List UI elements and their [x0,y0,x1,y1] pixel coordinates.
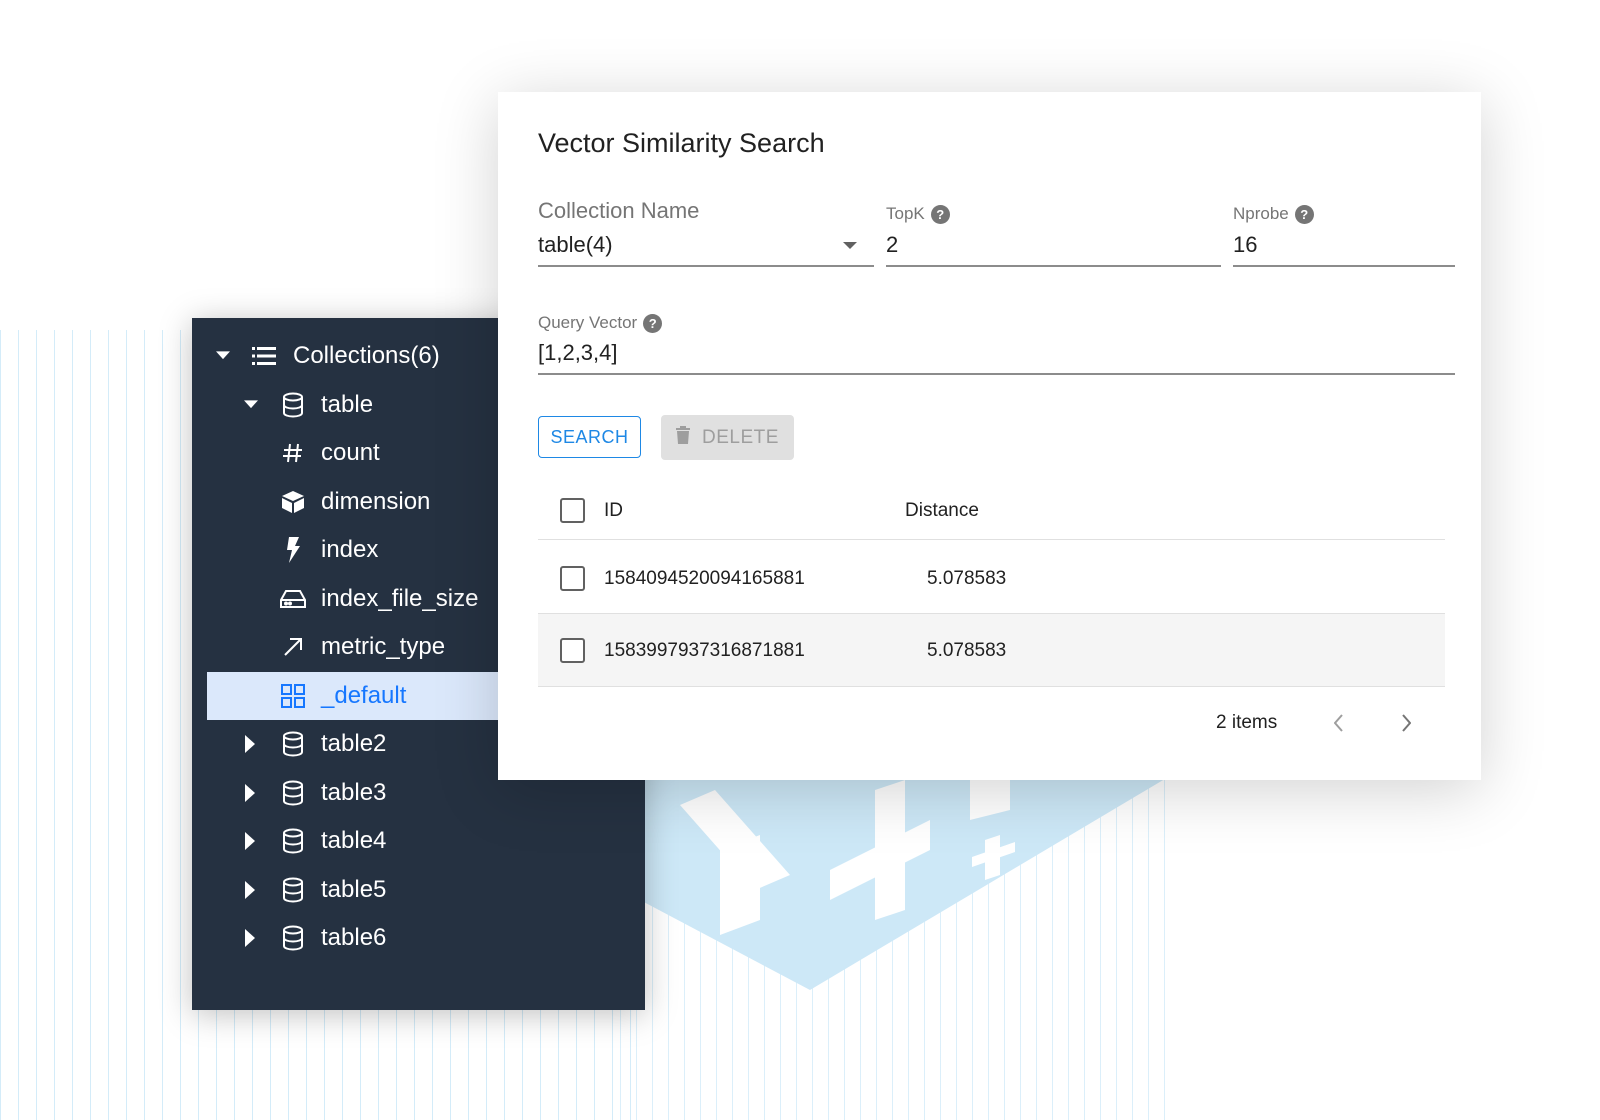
caret-down-icon[interactable] [216,349,230,363]
tree-item-label: table5 [321,875,387,903]
tree-item-label: index [321,536,379,564]
database-icon [279,779,307,807]
search-button[interactable]: SEARCH [538,416,641,458]
tree-item-label: table [321,390,374,418]
hard-drive-icon [279,585,307,613]
cube-icon [279,488,307,516]
row-checkbox[interactable] [560,566,585,591]
vector-search-dialog: Vector Similarity Search Collection Name… [498,92,1481,780]
tree-item-label: Collections(6) [293,342,440,370]
tree-item-label: table3 [321,778,387,806]
database-icon [279,391,307,419]
id-column-header: ID [604,500,623,521]
tree-item-label: table2 [321,730,387,758]
tree-item-label: metric_type [321,633,446,661]
query-vector-underline [538,373,1455,375]
topk-label-text: TopK [886,204,925,223]
caret-right-icon[interactable] [244,880,258,899]
tree-item-label: dimension [321,487,431,515]
header-divider [538,539,1445,540]
grid-icon [279,682,307,710]
database-icon [279,876,307,904]
select-all-checkbox[interactable] [560,498,585,523]
question-circle-icon[interactable]: ? [643,313,663,333]
row-divider [538,686,1445,687]
tree-item-table4[interactable]: table4 [192,817,645,866]
caret-right-icon[interactable] [244,929,258,948]
row-distance-cell: 5.078583 [927,640,1007,661]
collection-name-select[interactable]: table(4) [538,232,613,258]
list-icon [250,342,278,370]
tree-item-label: _default [321,681,407,709]
lightning-icon [279,536,307,564]
tree-item-label: table6 [321,924,387,952]
database-icon [279,827,307,855]
nprobe-underline [1233,265,1455,267]
question-circle-icon[interactable]: ? [1294,204,1314,224]
database-icon [279,924,307,952]
topk-underline [886,265,1221,267]
tree-item-table5[interactable]: table5 [192,866,645,915]
delete-button[interactable]: DELETE [661,415,794,460]
tree-item-label: table4 [321,827,387,855]
caret-right-icon[interactable] [244,783,258,802]
query-vector-label: Query Vector ? [538,313,663,333]
caret-down-icon[interactable] [244,398,258,412]
query-vector-label-text: Query Vector [538,313,638,332]
caret-right-icon[interactable] [244,735,258,754]
topk-input[interactable]: 2 [886,232,898,258]
row-id-cell: 1584094520094165881 [604,568,805,589]
row-id-cell: 1583997937316871881 [604,640,805,661]
distance-column-header: Distance [905,500,979,521]
topk-label: TopK ? [886,204,950,224]
tree-item-label: count [321,439,380,467]
search-button-label: SEARCH [550,426,629,447]
tree-item-table6[interactable]: table6 [192,914,645,963]
nprobe-input[interactable]: 16 [1233,232,1257,258]
row-distance-cell: 5.078583 [927,568,1007,589]
query-vector-input[interactable]: [1,2,3,4] [538,340,618,366]
chevron-right-icon[interactable] [1391,708,1421,738]
trash-icon [676,425,691,450]
pagination-count: 2 items [1216,712,1278,733]
dialog-title: Vector Similarity Search [538,128,825,158]
nprobe-label: Nprobe ? [1233,204,1314,224]
delete-button-label: DELETE [702,426,779,448]
collection-name-label-text: Collection Name [538,198,700,223]
collection-name-label: Collection Name [538,198,699,224]
collection-name-underline [538,265,874,267]
hash-icon [279,439,307,467]
tree-item-label: index_file_size [321,584,479,612]
dropdown-arrow-icon[interactable] [843,242,857,249]
caret-right-icon[interactable] [244,832,258,851]
arrow-up-right-icon [279,633,307,661]
database-icon [279,730,307,758]
chevron-left-icon[interactable] [1324,708,1354,738]
question-circle-icon[interactable]: ? [930,204,950,224]
row-checkbox[interactable] [560,638,585,663]
nprobe-label-text: Nprobe [1233,204,1289,223]
